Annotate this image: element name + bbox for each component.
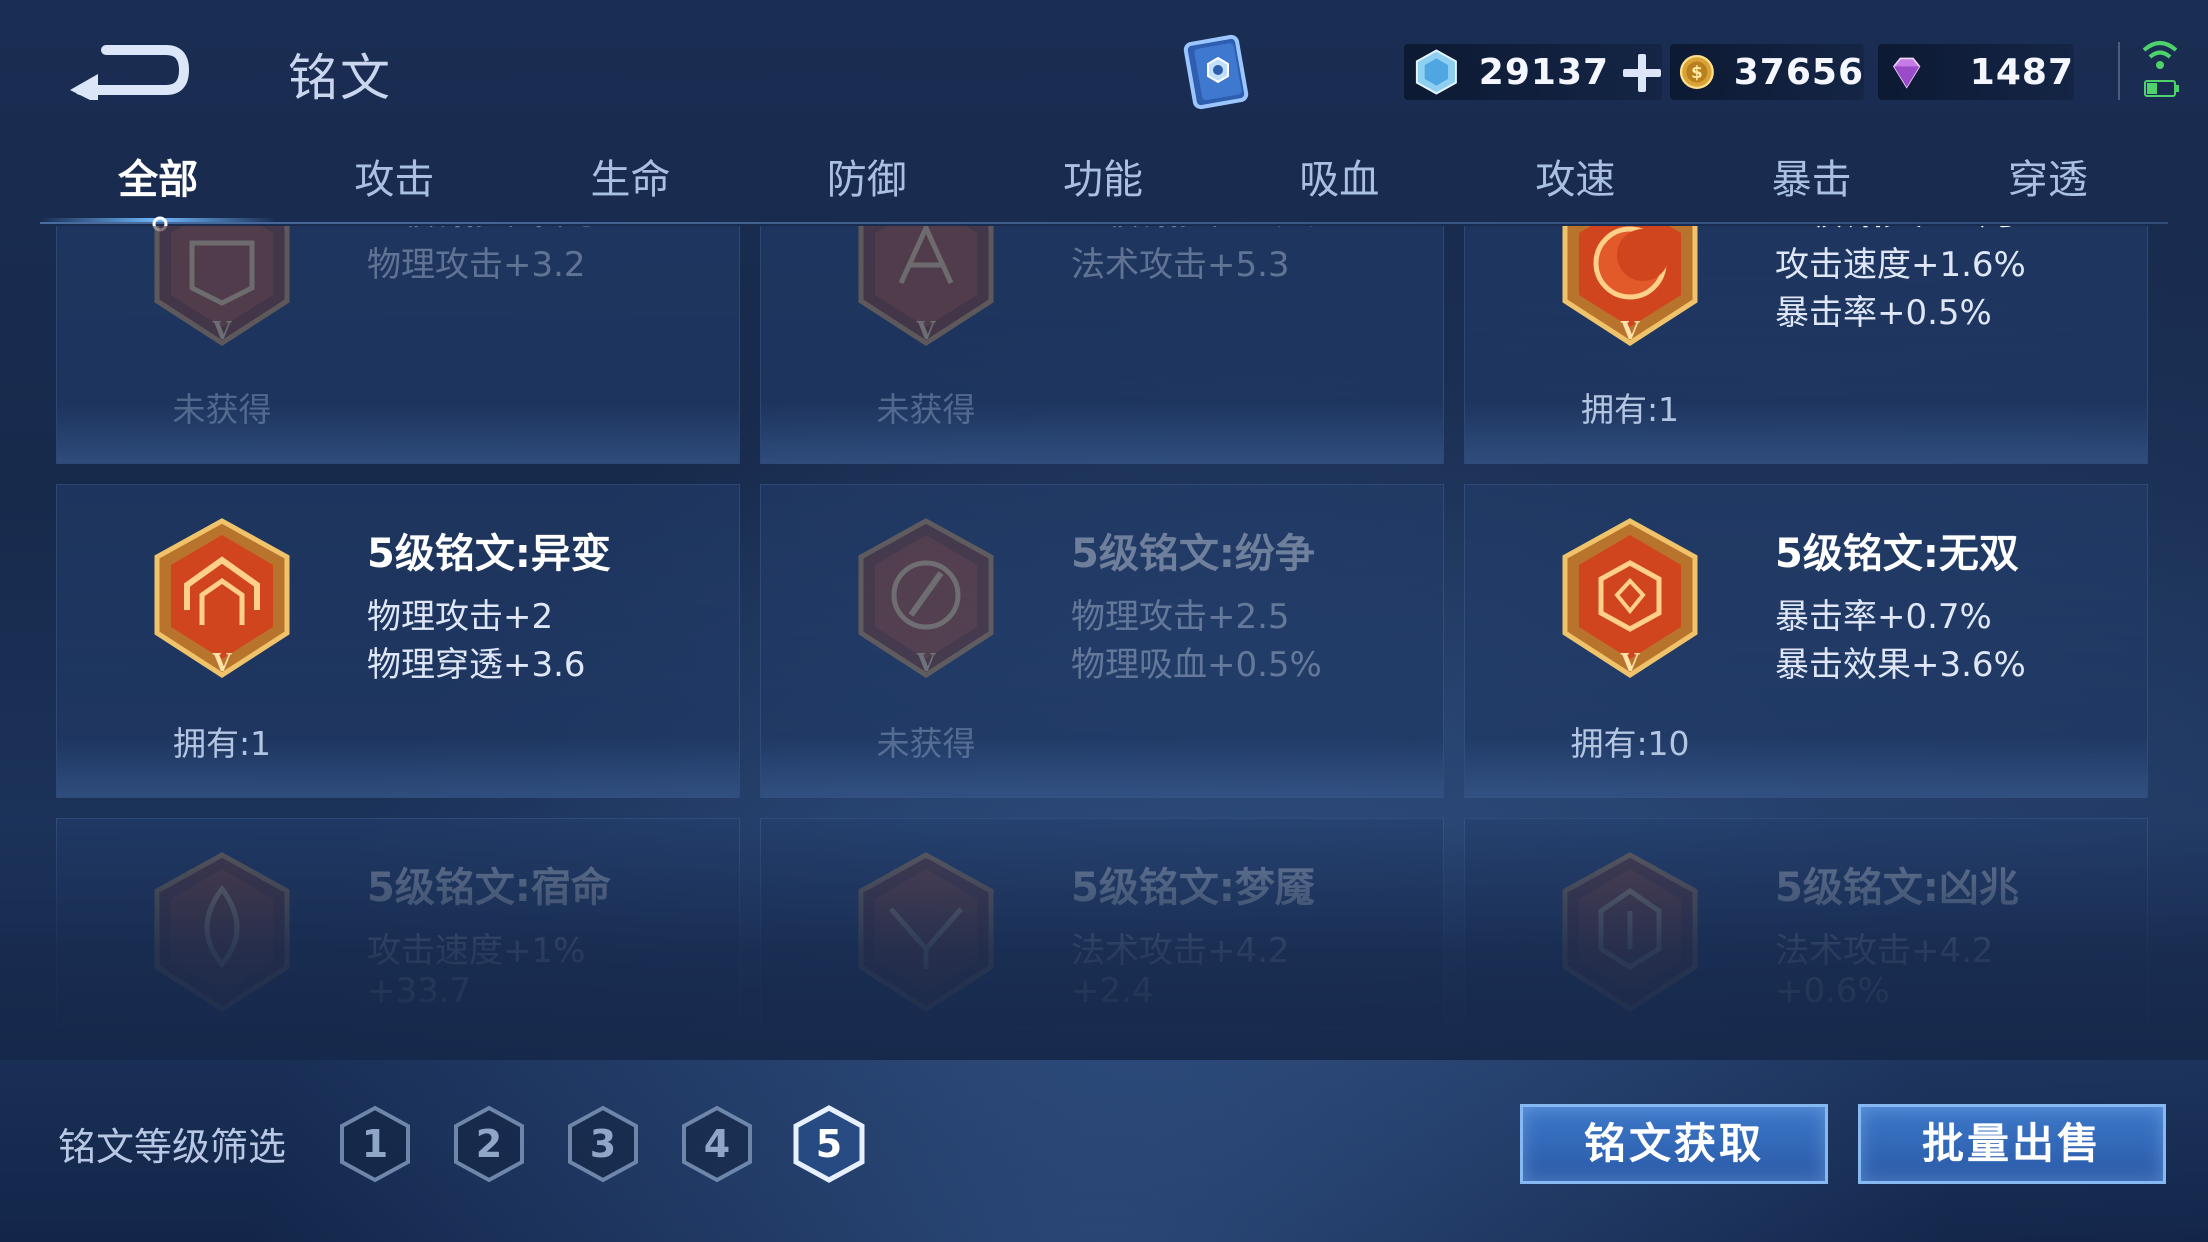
inscription-card[interactable]: 5级铭文:凶兆 法术攻击+4.2 +0.6% — [1464, 818, 2148, 1026]
inscription-card[interactable]: 5级铭文:宿命 攻击速度+1% +33.7 — [56, 818, 740, 1026]
level-filter-5[interactable]: 5 — [792, 1104, 866, 1184]
svg-text:V: V — [212, 648, 232, 677]
inscription-list[interactable]: V 5级铭文:传承 物理攻击+3.2 未获得 V 5级铭文:圣人 — [56, 226, 2152, 1026]
inscription-stat: 物理吸血+0.5% — [1071, 645, 1322, 685]
inscription-badge-icon: V — [154, 226, 290, 346]
svg-text:$: $ — [1691, 63, 1703, 82]
level-filter-3[interactable]: 3 — [566, 1104, 640, 1184]
crystal-value: 29137 — [1478, 51, 1610, 93]
level-filter-label-1: 1 — [361, 1122, 389, 1166]
inscription-badge-icon — [154, 852, 290, 1012]
inscription-stat: +2.4 — [1071, 971, 1154, 1011]
inscription-stat: 物理攻击+2 — [367, 597, 554, 637]
inscription-badge-icon: V — [1562, 226, 1698, 346]
inscription-badge-icon — [858, 852, 994, 1012]
tab-penetration[interactable]: 穿透 — [1930, 150, 2166, 224]
inscription-name: 5级铭文:宿命 — [367, 865, 611, 911]
wifi-icon — [2142, 41, 2178, 69]
gold-currency: $ 37656 — [1670, 44, 1864, 100]
inscription-stat: 法术攻击+4.2 — [1775, 931, 1994, 971]
battery-icon — [2144, 80, 2179, 97]
inscription-card[interactable]: V 5级铭文:圣人 法术攻击+5.3 未获得 — [760, 226, 1444, 464]
inscription-stat: 暴击率+0.5% — [1775, 293, 1992, 333]
inscription-name: 5级铭文:红月 — [1775, 226, 2019, 235]
level-filter-4[interactable]: 4 — [680, 1104, 754, 1184]
diamond-currency: 1487 — [1878, 44, 2074, 100]
inscription-name: 5级铭文:凶兆 — [1775, 865, 2019, 911]
inscription-card[interactable]: V 5级铭文:传承 物理攻击+3.2 未获得 — [56, 226, 740, 464]
level-filter-1[interactable]: 1 — [338, 1104, 412, 1184]
inscription-stat: 法术攻击+4.2 — [1071, 931, 1290, 971]
svg-text:V: V — [916, 316, 936, 345]
gold-value: 37656 — [1733, 51, 1864, 93]
svg-text:V: V — [1620, 316, 1640, 345]
tab-defense[interactable]: 防御 — [749, 150, 985, 224]
status-divider — [2118, 42, 2120, 100]
inscription-card[interactable]: V 5级铭文:红月 攻击速度+1.6% 暴击率+0.5% 拥有:1 — [1464, 226, 2148, 464]
tab-attack[interactable]: 攻击 — [276, 150, 512, 224]
tab-lifesteal[interactable]: 吸血 — [1221, 150, 1457, 224]
bulk-sell-button[interactable]: 批量出售 — [1858, 1104, 2166, 1184]
inscription-stat: 暴击效果+3.6% — [1775, 645, 2026, 685]
back-arrow-icon — [70, 45, 190, 104]
get-inscription-button[interactable]: 铭文获取 — [1520, 1104, 1828, 1184]
tab-utility[interactable]: 功能 — [985, 150, 1221, 224]
inscription-card[interactable]: V 5级铭文:异变 物理攻击+2 物理穿透+3.6 拥有:1 — [56, 484, 740, 798]
inscription-card[interactable]: 5级铭文:梦魇 法术攻击+4.2 +2.4 — [760, 818, 1444, 1026]
add-crystal-button[interactable] — [1619, 50, 1662, 94]
svg-text:V: V — [1620, 648, 1640, 677]
inscription-stat: +33.7 — [367, 971, 472, 1011]
inscription-stat: 法术攻击+5.3 — [1071, 245, 1290, 285]
gold-coin-icon: $ — [1679, 55, 1714, 89]
svg-text:V: V — [212, 316, 232, 345]
inscription-badge-icon: V — [858, 518, 994, 678]
level-filter-2[interactable]: 2 — [452, 1104, 526, 1184]
inscription-stat: 物理穿透+3.6 — [367, 645, 586, 685]
inscription-badge-icon: V — [1562, 518, 1698, 678]
inscription-card[interactable]: V 5级铭文:纷争 物理攻击+2.5 物理吸血+0.5% 未获得 — [760, 484, 1444, 798]
tab-health[interactable]: 生命 — [512, 150, 748, 224]
crystal-currency: 29137 — [1404, 44, 1662, 100]
inscription-stat: 物理攻击+3.2 — [367, 245, 586, 285]
inscription-badge-icon: V — [858, 226, 994, 346]
diamond-icon — [1892, 57, 1921, 89]
inscription-name: 5级铭文:传承 — [367, 226, 611, 235]
back-button[interactable] — [62, 34, 192, 104]
inscription-name: 5级铭文:梦魇 — [1071, 865, 1315, 911]
inscription-screen: 铭文 29137 $ 37656 1487 全部 攻击 生命 防御 功能 吸血 … — [0, 0, 2208, 1242]
inscription-stat: 暴击率+0.7% — [1775, 597, 1992, 637]
crystal-icon — [1415, 49, 1457, 95]
tabs-divider — [40, 222, 2168, 224]
inscription-card[interactable]: V 5级铭文:无双 暴击率+0.7% 暴击效果+3.6% 拥有:10 — [1464, 484, 2148, 798]
inscription-stat: +0.6% — [1775, 971, 1890, 1011]
inscription-name: 5级铭文:异变 — [367, 531, 611, 577]
diamond-value: 1487 — [1969, 51, 2074, 93]
inscription-name: 5级铭文:圣人 — [1071, 226, 1315, 235]
level-filter-label-3: 3 — [589, 1122, 617, 1166]
inscription-name: 5级铭文:无双 — [1775, 531, 2019, 577]
level-filter-label-4: 4 — [703, 1122, 731, 1166]
tab-attack-speed[interactable]: 攻速 — [1457, 150, 1693, 224]
level-filter-label-2: 2 — [475, 1122, 503, 1166]
inscription-badge-icon — [1562, 852, 1698, 1012]
inscription-name: 5级铭文:纷争 — [1071, 531, 1315, 577]
inscription-badge-icon: V — [154, 518, 290, 678]
inscription-book-icon[interactable] — [1176, 30, 1260, 114]
category-tabs: 全部 攻击 生命 防御 功能 吸血 攻速 暴击 穿透 — [40, 150, 2166, 224]
tab-crit[interactable]: 暴击 — [1694, 150, 1930, 224]
inscription-stat: 物理攻击+2.5 — [1071, 597, 1290, 637]
inscription-stat: 攻击速度+1% — [367, 931, 586, 971]
level-filter-label: 铭文等级筛选 — [58, 1125, 287, 1169]
svg-text:V: V — [916, 648, 936, 677]
page-title: 铭文 — [288, 49, 392, 107]
inscription-stat: 攻击速度+1.6% — [1775, 245, 2026, 285]
level-filter-label-5: 5 — [815, 1122, 843, 1166]
